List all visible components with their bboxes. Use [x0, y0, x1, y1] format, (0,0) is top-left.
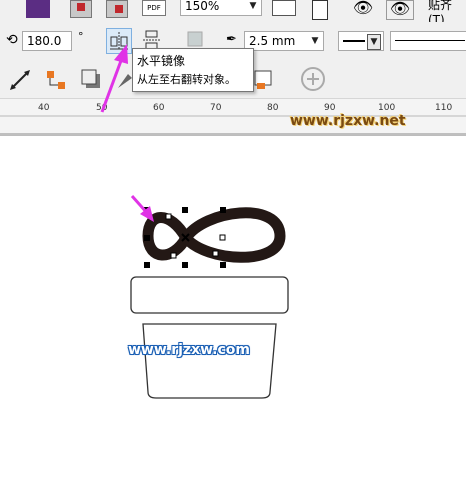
pen-outline-icon: ✒	[226, 32, 237, 47]
chevron-down-icon: ▼	[311, 36, 319, 46]
fill-tool-icon[interactable]	[252, 68, 276, 92]
rotate-icon: ⟲	[6, 32, 18, 48]
mirror-horizontal-icon	[110, 32, 128, 50]
ruler-label: 60	[153, 103, 165, 113]
line-style-select[interactable]	[390, 31, 466, 51]
degree-unit: °	[78, 30, 84, 43]
ruler-label: 110	[435, 103, 453, 113]
mirror-horizontal-button[interactable]	[106, 28, 132, 54]
ruler-label: 50	[96, 103, 108, 113]
watermark-top: www.rjzxw.net	[290, 113, 406, 129]
publish-pdf-icon[interactable]: PDF	[142, 0, 166, 16]
snap-to-menu[interactable]: 贴齐(T)	[428, 0, 466, 22]
ruler-label: 90	[324, 103, 336, 113]
outline-width-select[interactable]: 2.5 mm ▼	[244, 31, 324, 51]
full-screen-preview-icon[interactable]	[272, 0, 296, 16]
tooltip-title: 水平镜像	[137, 54, 186, 68]
tooltip-description: 从左至右翻转对象。	[137, 73, 236, 86]
gift-lid-shape	[130, 276, 289, 314]
ruler-label: 70	[210, 103, 222, 113]
chevron-down-icon: ▼	[367, 34, 381, 50]
drawing-canvas[interactable]: www.rjzxw.com	[0, 136, 466, 481]
view-eye-icon[interactable]: 👁	[350, 0, 376, 18]
line-start-style-select[interactable]: ▼	[338, 31, 384, 51]
drop-shadow-tool-icon[interactable]	[80, 68, 104, 92]
rulers-toggle-icon[interactable]	[312, 0, 328, 20]
standard-toolbar: PDF 150% ▼ 👁 👁 贴齐(T)	[0, 0, 466, 22]
add-icon[interactable]	[300, 66, 326, 92]
rotation-angle-field[interactable]: 180.0	[22, 31, 72, 51]
ruler-label: 40	[38, 103, 50, 113]
canvas-drawing	[130, 207, 289, 399]
mirror-horizontal-tooltip: 水平镜像 从左至右翻转对象。	[132, 48, 254, 92]
chevron-down-icon: ▼	[249, 1, 257, 11]
enhanced-view-icon[interactable]: 👁	[386, 0, 414, 20]
zoom-level-select[interactable]: 150% ▼	[180, 0, 262, 16]
gift-box-shape	[142, 323, 277, 399]
export-icon[interactable]	[106, 0, 128, 18]
ruler-label: 100	[378, 103, 396, 113]
watermark-bottom: www.rjzxw.com	[128, 342, 250, 358]
import-icon[interactable]	[70, 0, 92, 18]
connector-tool-icon[interactable]	[44, 68, 68, 92]
ruler-label: 80	[267, 103, 279, 113]
dimension-tool-icon[interactable]	[8, 68, 32, 92]
horizontal-ruler[interactable]: 40 50 60 70 80 90 100 110 www.rjzxw.net	[0, 99, 466, 136]
app-launcher-icon[interactable]	[26, 0, 50, 18]
